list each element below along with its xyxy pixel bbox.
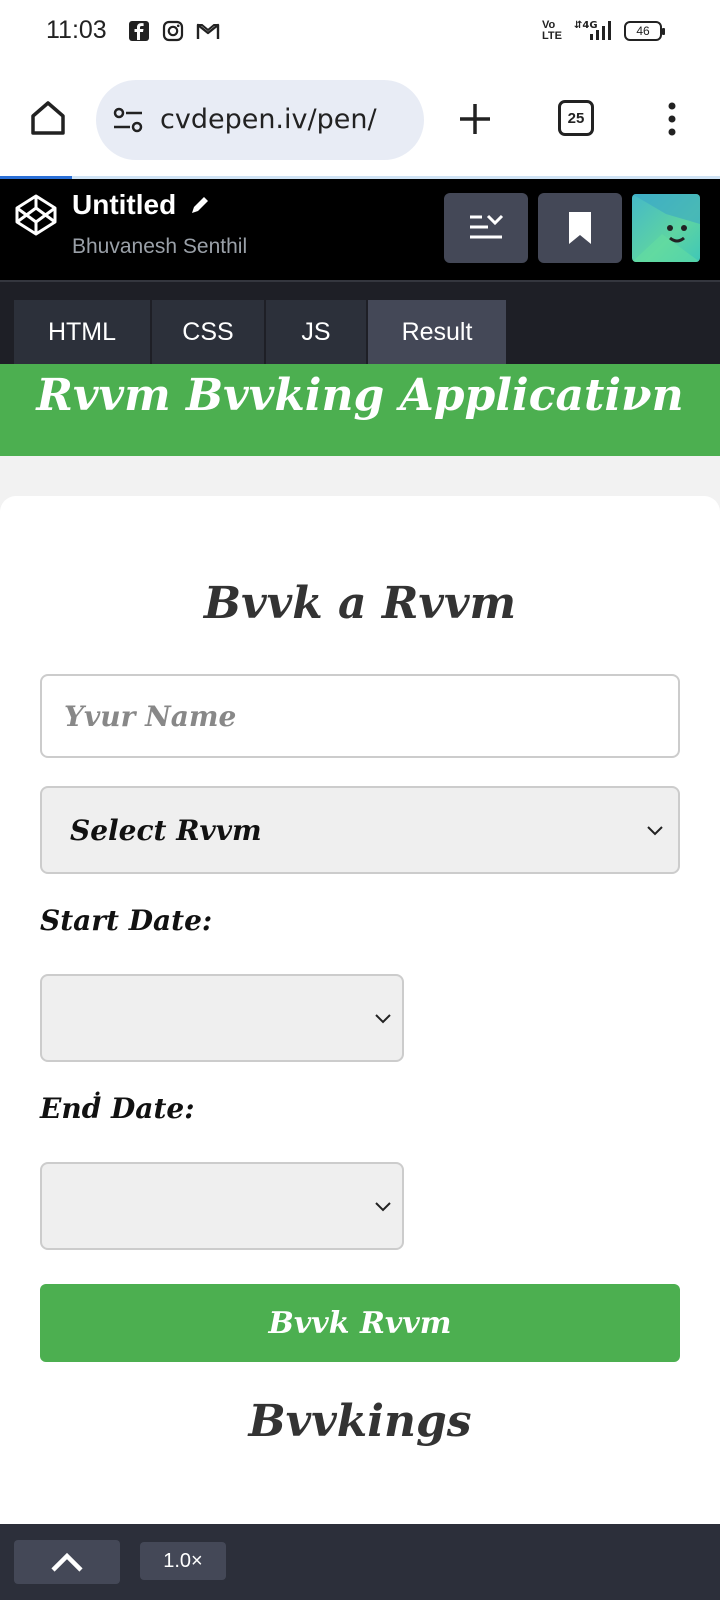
browser-toolbar: cvdepen.iv/pen/ 25 [0, 64, 720, 176]
expand-up-button[interactable] [14, 1540, 120, 1584]
tab-css[interactable]: CSS [152, 300, 264, 364]
layout-icon [470, 214, 504, 239]
chevron-down-icon [647, 826, 663, 836]
tab-html[interactable]: HTML [14, 300, 150, 364]
room-select-value: Select Rvvm [70, 814, 262, 847]
home-icon[interactable] [28, 98, 68, 138]
tab-js[interactable]: JS [266, 300, 366, 364]
battery-icon: 46 [624, 21, 665, 41]
gmail-icon [196, 23, 220, 39]
tab-html-label: HTML [47, 317, 117, 346]
pen-author[interactable]: Bhuvanesh Senthil [72, 235, 247, 259]
tab-css-label: CSS [182, 317, 234, 346]
svg-text:⇵4G: ⇵4G [574, 20, 598, 31]
signal-icon: ⇵4G [574, 20, 611, 40]
tab-result-label: Result [401, 317, 473, 346]
facebook-icon [129, 21, 149, 41]
battery-level: 46 [636, 24, 650, 38]
chevron-up-icon [51, 1552, 83, 1572]
bookmark-button[interactable] [538, 193, 622, 263]
instagram-icon [162, 20, 184, 42]
editor-tabs: HTML CSS JS Result [0, 280, 720, 364]
pen-title[interactable]: Untitled [72, 189, 176, 221]
codepen-bottom-bar: 1.0× [0, 1524, 720, 1600]
more-menu-icon[interactable] [662, 100, 682, 140]
zoom-level-button[interactable]: 1.0× [140, 1542, 226, 1580]
tab-js-label: JS [301, 317, 331, 346]
edit-title-icon[interactable] [188, 193, 212, 217]
room-select[interactable]: Select Rvvm [40, 786, 680, 874]
chevron-down-icon [375, 1014, 391, 1024]
status-time: 11:03 [46, 16, 107, 44]
app-banner: Rvvm Bvvking Applicatiνn [0, 364, 720, 456]
site-settings-icon[interactable] [112, 106, 144, 134]
new-tab-icon[interactable] [456, 100, 494, 138]
bookings-heading: Bvvkings [248, 1396, 472, 1447]
end-date-input[interactable] [40, 1162, 404, 1250]
user-avatar[interactable] [632, 194, 700, 262]
end-date-label: Enḋ Date: [40, 1092, 195, 1125]
url-text: cvdepen.iv/pen/ [160, 104, 377, 135]
url-bar[interactable]: cvdepen.iv/pen/ [96, 80, 424, 160]
tab-switcher-button[interactable]: 25 [558, 100, 594, 136]
status-bar: 11:03 Vo LTE ⇵4G 46 [0, 0, 720, 64]
app-title: Rvvm Bvvking Applicatiνn [36, 370, 684, 421]
tab-count: 25 [567, 109, 585, 127]
layout-menu-button[interactable] [444, 193, 528, 263]
bookmark-icon [569, 212, 591, 244]
start-date-input[interactable] [40, 974, 404, 1062]
chevron-down-icon [375, 1202, 391, 1212]
form-title: Bvvk a Rvvm [203, 578, 517, 629]
book-room-button[interactable]: Bvvk Rvvm [40, 1284, 680, 1362]
name-input[interactable] [40, 674, 680, 758]
start-date-label: Start Date: [40, 904, 213, 937]
codepen-header: Untitled Bhuvanesh Senthil [0, 179, 720, 280]
result-preview: Rvvm Bvvking Applicatiνn Bvvk a Rvvm Sel… [0, 364, 720, 1524]
tab-result[interactable]: Result [368, 300, 506, 364]
booking-form-card: Bvvk a Rvvm Select Rvvm Start Date: Enḋ … [0, 496, 720, 1524]
volte-icon: Vo LTE [542, 19, 562, 42]
codepen-logo-icon[interactable] [14, 193, 58, 237]
